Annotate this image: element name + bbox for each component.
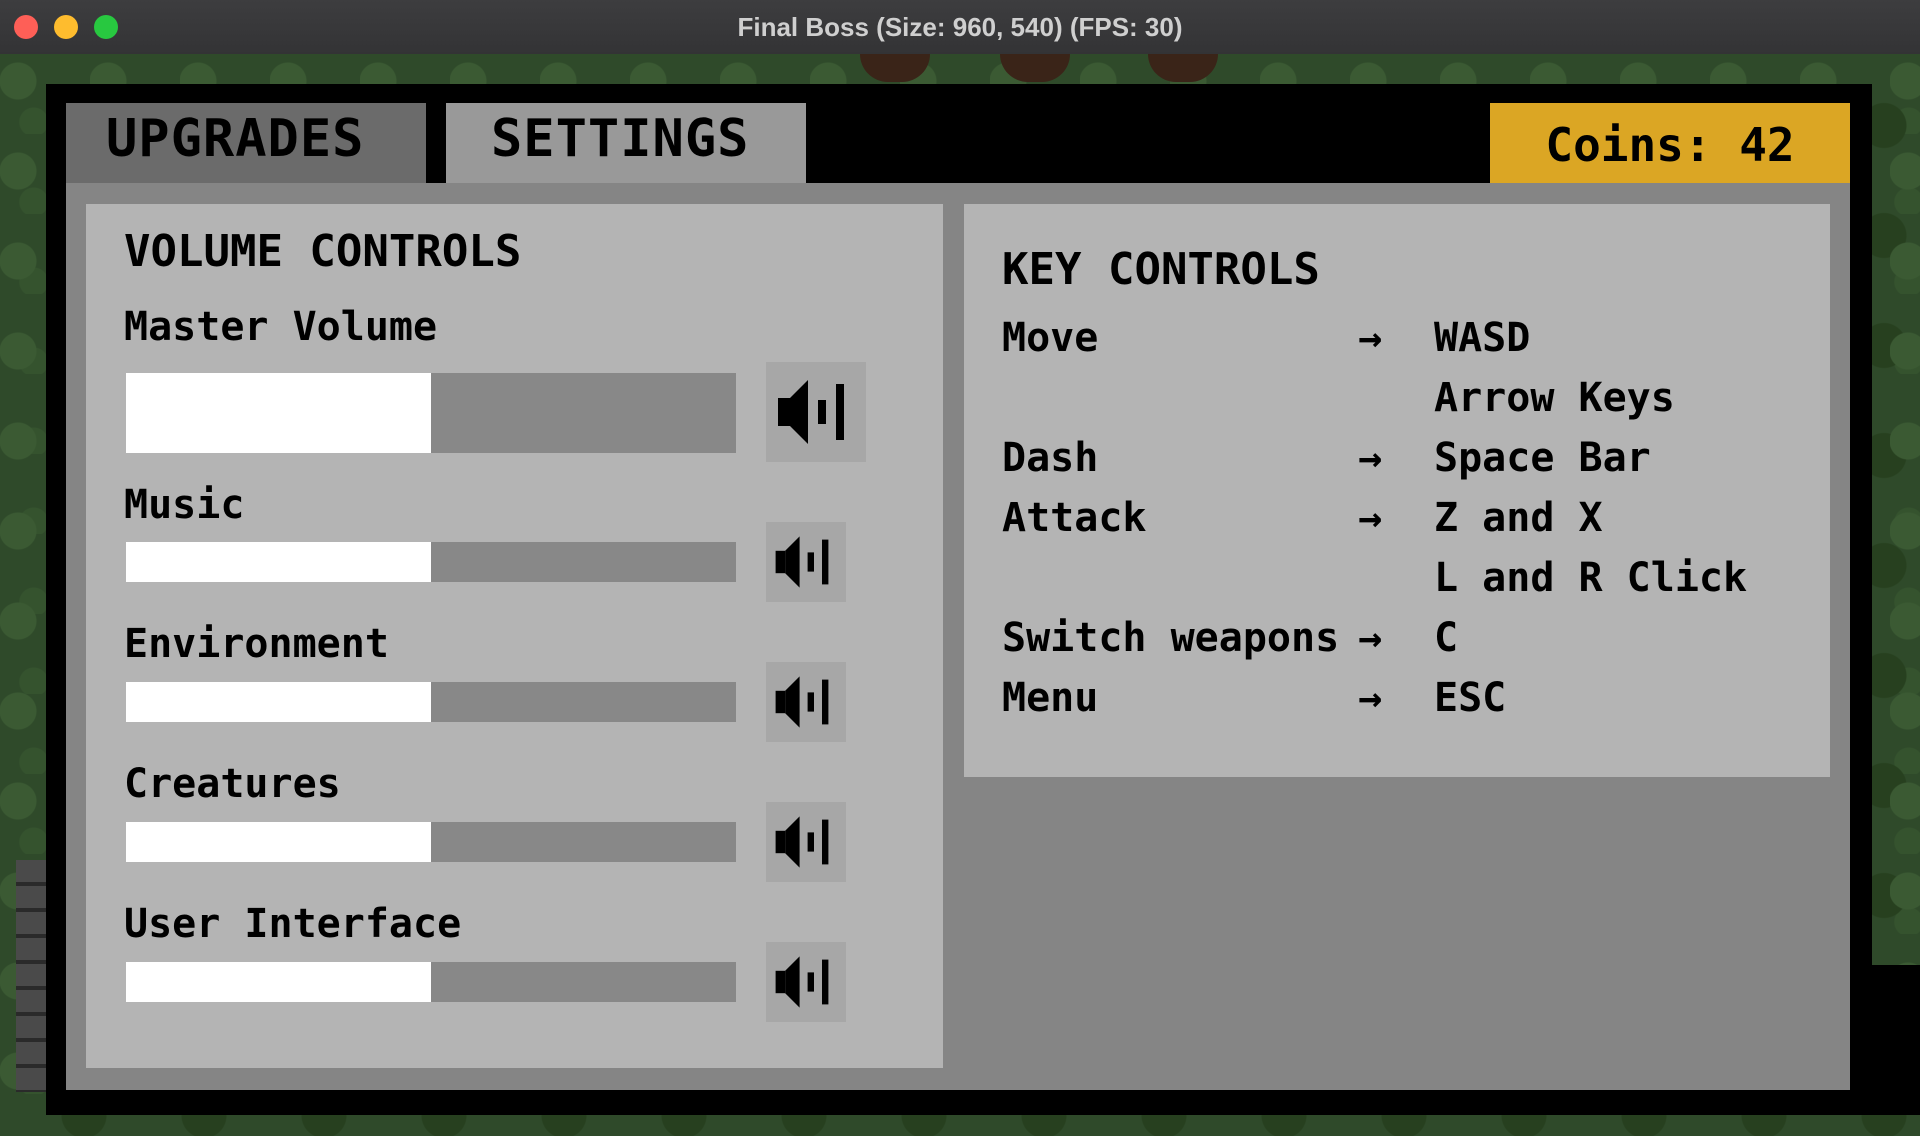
key-action-menu: Menu bbox=[1002, 675, 1099, 721]
volume-controls-heading: VOLUME CONTROLS bbox=[124, 226, 522, 277]
key-action-move: Move bbox=[1002, 315, 1099, 361]
user-interface-volume-label: User Interface bbox=[124, 901, 462, 947]
key-action-dash: Dash bbox=[1002, 435, 1099, 481]
environment-volume-slider-fill bbox=[126, 682, 431, 722]
key-binding-move-wasd: WASD bbox=[1434, 315, 1531, 361]
master-volume-mute-button[interactable] bbox=[766, 362, 866, 462]
key-binding-dash: Space Bar bbox=[1434, 435, 1651, 481]
key-action-switch-weapons: Switch weapons bbox=[1002, 615, 1340, 661]
tab-upgrades[interactable]: UPGRADES bbox=[66, 103, 426, 183]
master-volume-slider-fill bbox=[126, 373, 431, 453]
creatures-volume-slider-fill bbox=[126, 822, 431, 862]
key-binding-menu: ESC bbox=[1434, 675, 1507, 721]
key-controls-heading: KEY CONTROLS bbox=[1002, 244, 1320, 295]
shadow bbox=[1870, 965, 1920, 1115]
arrow-right-icon: → bbox=[1358, 495, 1383, 541]
user-interface-volume-mute-button[interactable] bbox=[766, 942, 846, 1022]
window-title: Final Boss (Size: 960, 540) (FPS: 30) bbox=[737, 12, 1183, 42]
key-action-attack: Attack bbox=[1002, 495, 1147, 541]
tab-settings[interactable]: SETTINGS bbox=[446, 103, 806, 183]
creatures-volume-label: Creatures bbox=[124, 761, 341, 807]
user-interface-volume-slider-fill bbox=[126, 962, 431, 1002]
master-volume-slider[interactable] bbox=[126, 373, 736, 453]
coins-counter: Coins: 42 bbox=[1490, 103, 1850, 183]
environment-volume-mute-button[interactable] bbox=[766, 662, 846, 742]
key-binding-move-arrows: Arrow Keys bbox=[1434, 375, 1675, 421]
key-binding-switch-weapons: C bbox=[1434, 615, 1459, 661]
environment-volume-slider[interactable] bbox=[126, 682, 736, 722]
music-volume-label: Music bbox=[124, 482, 245, 528]
music-volume-mute-button[interactable] bbox=[766, 522, 846, 602]
speaker-volume-icon bbox=[775, 956, 829, 1008]
environment-volume-label: Environment bbox=[124, 621, 389, 667]
creatures-volume-slider[interactable] bbox=[126, 822, 736, 862]
speaker-volume-icon bbox=[775, 536, 829, 588]
arrow-right-icon: → bbox=[1358, 435, 1383, 481]
arrow-right-icon: → bbox=[1358, 675, 1383, 721]
master-volume-label: Master Volume bbox=[124, 304, 438, 350]
music-volume-slider-fill bbox=[126, 542, 431, 582]
title-bar: Final Boss (Size: 960, 540) (FPS: 30) bbox=[0, 0, 1920, 55]
key-binding-attack-keys: Z and X bbox=[1434, 495, 1603, 541]
music-volume-slider[interactable] bbox=[126, 542, 736, 582]
stone-wall bbox=[16, 860, 46, 1092]
speaker-volume-icon bbox=[775, 816, 829, 868]
arrow-right-icon: → bbox=[1358, 615, 1383, 661]
speaker-volume-icon bbox=[775, 676, 829, 728]
user-interface-volume-slider[interactable] bbox=[126, 962, 736, 1002]
speaker-volume-icon bbox=[778, 380, 844, 444]
key-binding-attack-mouse: L and R Click bbox=[1434, 555, 1748, 601]
game-window: Final Boss (Size: 960, 540) (FPS: 30) UP… bbox=[0, 0, 1920, 1136]
creatures-volume-mute-button[interactable] bbox=[766, 802, 846, 882]
arrow-right-icon: → bbox=[1358, 315, 1383, 361]
